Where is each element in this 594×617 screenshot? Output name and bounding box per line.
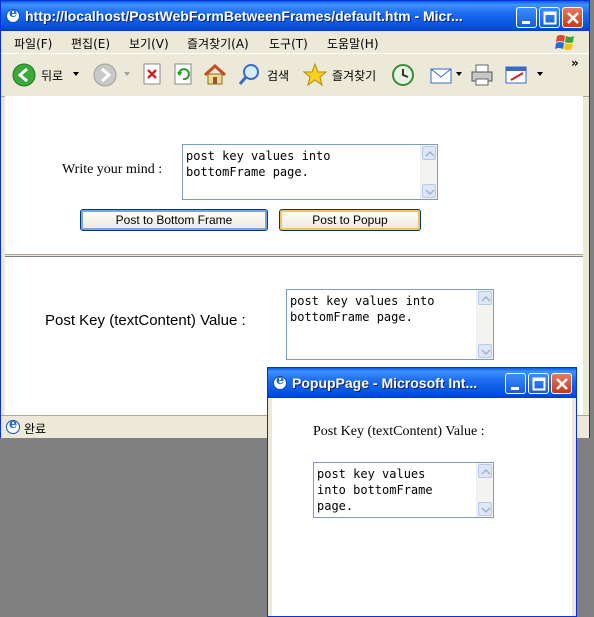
edit-dropdown-icon[interactable] bbox=[537, 72, 545, 78]
menu-help[interactable]: 도움말(H) bbox=[327, 35, 379, 52]
toolbar-overflow-icon[interactable]: » bbox=[571, 56, 579, 70]
popup-content: Post Key (textContent) Value : post key … bbox=[272, 398, 572, 616]
popup-maximize-button[interactable] bbox=[528, 373, 549, 394]
popup-ie-icon bbox=[273, 373, 287, 390]
minimize-button[interactable] bbox=[516, 7, 537, 28]
mail-icon[interactable] bbox=[429, 62, 455, 88]
post-key-label: Post Key (textContent) Value : bbox=[45, 312, 246, 329]
print-icon[interactable] bbox=[469, 62, 495, 88]
post-key-textarea-scrollbar[interactable] bbox=[476, 290, 493, 359]
popup-window: PopupPage - Microsoft Int... Post Key (t… bbox=[267, 367, 577, 617]
close-button[interactable] bbox=[562, 7, 583, 28]
mind-label: Write your mind : bbox=[62, 162, 163, 177]
favorites-button-label[interactable]: 즐겨찾기 bbox=[332, 67, 376, 84]
maximize-icon bbox=[532, 377, 546, 391]
popup-textarea-text: post key values into bottomFrame page. bbox=[317, 467, 433, 513]
menu-bar: 파일(F) 편집(E) 보기(V) 즐겨찾기(A) 도구(T) 도움말(H) bbox=[1, 31, 589, 53]
post-to-popup-button[interactable]: Post to Popup bbox=[279, 209, 421, 231]
popup-title: PopupPage - Microsoft Int... bbox=[292, 375, 478, 391]
mail-dropdown-icon[interactable] bbox=[456, 72, 464, 78]
scroll-up-arrow[interactable] bbox=[478, 464, 492, 478]
forward-arrow-icon[interactable] bbox=[92, 62, 118, 88]
window-title: http://localhost/PostWebFormBetweenFrame… bbox=[25, 8, 463, 24]
post-key-textarea[interactable]: post key values into bottomFrame page. bbox=[286, 289, 494, 360]
ie-page-icon bbox=[6, 6, 20, 23]
menu-favorites[interactable]: 즐겨찾기(A) bbox=[187, 35, 249, 52]
popup-textarea[interactable]: post key values into bottomFrame page. bbox=[313, 462, 494, 518]
maximize-icon bbox=[543, 11, 557, 25]
status-page-icon bbox=[6, 417, 20, 434]
minimize-icon bbox=[522, 21, 530, 24]
popup-title-bar[interactable]: PopupPage - Microsoft Int... bbox=[268, 368, 576, 398]
menu-view[interactable]: 보기(V) bbox=[129, 35, 169, 52]
back-button-label[interactable]: 뒤로 bbox=[41, 67, 63, 84]
back-arrow-icon[interactable] bbox=[11, 62, 37, 88]
status-text: 완료 bbox=[24, 422, 47, 436]
post-to-bottom-frame-button[interactable]: Post to Bottom Frame bbox=[80, 209, 268, 231]
windows-logo-icon bbox=[555, 35, 574, 50]
main-title-bar[interactable]: http://localhost/PostWebFormBetweenFrame… bbox=[1, 1, 589, 31]
menu-file[interactable]: 파일(F) bbox=[14, 35, 52, 52]
close-icon bbox=[556, 378, 568, 390]
search-icon[interactable] bbox=[237, 62, 263, 88]
stop-icon[interactable] bbox=[141, 62, 163, 88]
mind-textarea-text: post key values into bottomFrame page. bbox=[186, 149, 331, 179]
scroll-down-arrow[interactable] bbox=[478, 502, 492, 516]
mind-textarea[interactable]: post key values into bottomFrame page. bbox=[182, 144, 438, 200]
history-icon[interactable] bbox=[390, 62, 416, 88]
close-icon bbox=[567, 12, 579, 24]
search-button-label[interactable]: 검색 bbox=[267, 67, 289, 84]
edit-icon[interactable] bbox=[504, 62, 530, 88]
minimize-icon bbox=[511, 387, 519, 390]
popup-minimize-button[interactable] bbox=[505, 373, 526, 394]
mind-textarea-scrollbar[interactable] bbox=[420, 145, 437, 199]
maximize-button[interactable] bbox=[539, 7, 560, 28]
home-icon[interactable] bbox=[202, 62, 228, 88]
scroll-up-arrow[interactable] bbox=[422, 146, 436, 160]
popup-textarea-scrollbar[interactable] bbox=[476, 463, 493, 517]
popup-post-key-label: Post Key (textContent) Value : bbox=[313, 424, 485, 439]
back-dropdown-icon[interactable] bbox=[73, 72, 81, 78]
menu-edit[interactable]: 편집(E) bbox=[71, 35, 110, 52]
scroll-down-arrow[interactable] bbox=[478, 344, 492, 358]
forward-dropdown-icon[interactable] bbox=[124, 72, 132, 78]
post-key-textarea-text: post key values into bottomFrame page. bbox=[290, 294, 435, 324]
scroll-up-arrow[interactable] bbox=[478, 291, 492, 305]
menu-tools[interactable]: 도구(T) bbox=[269, 35, 308, 52]
scroll-down-arrow[interactable] bbox=[422, 184, 436, 198]
popup-close-button[interactable] bbox=[551, 373, 572, 394]
favorites-star-icon[interactable] bbox=[302, 62, 328, 88]
refresh-icon[interactable] bbox=[172, 62, 194, 88]
top-frame: Write your mind : post key values into b… bbox=[5, 96, 583, 254]
standard-toolbar: 뒤로 검색 즐겨찾기 » bbox=[1, 53, 589, 97]
